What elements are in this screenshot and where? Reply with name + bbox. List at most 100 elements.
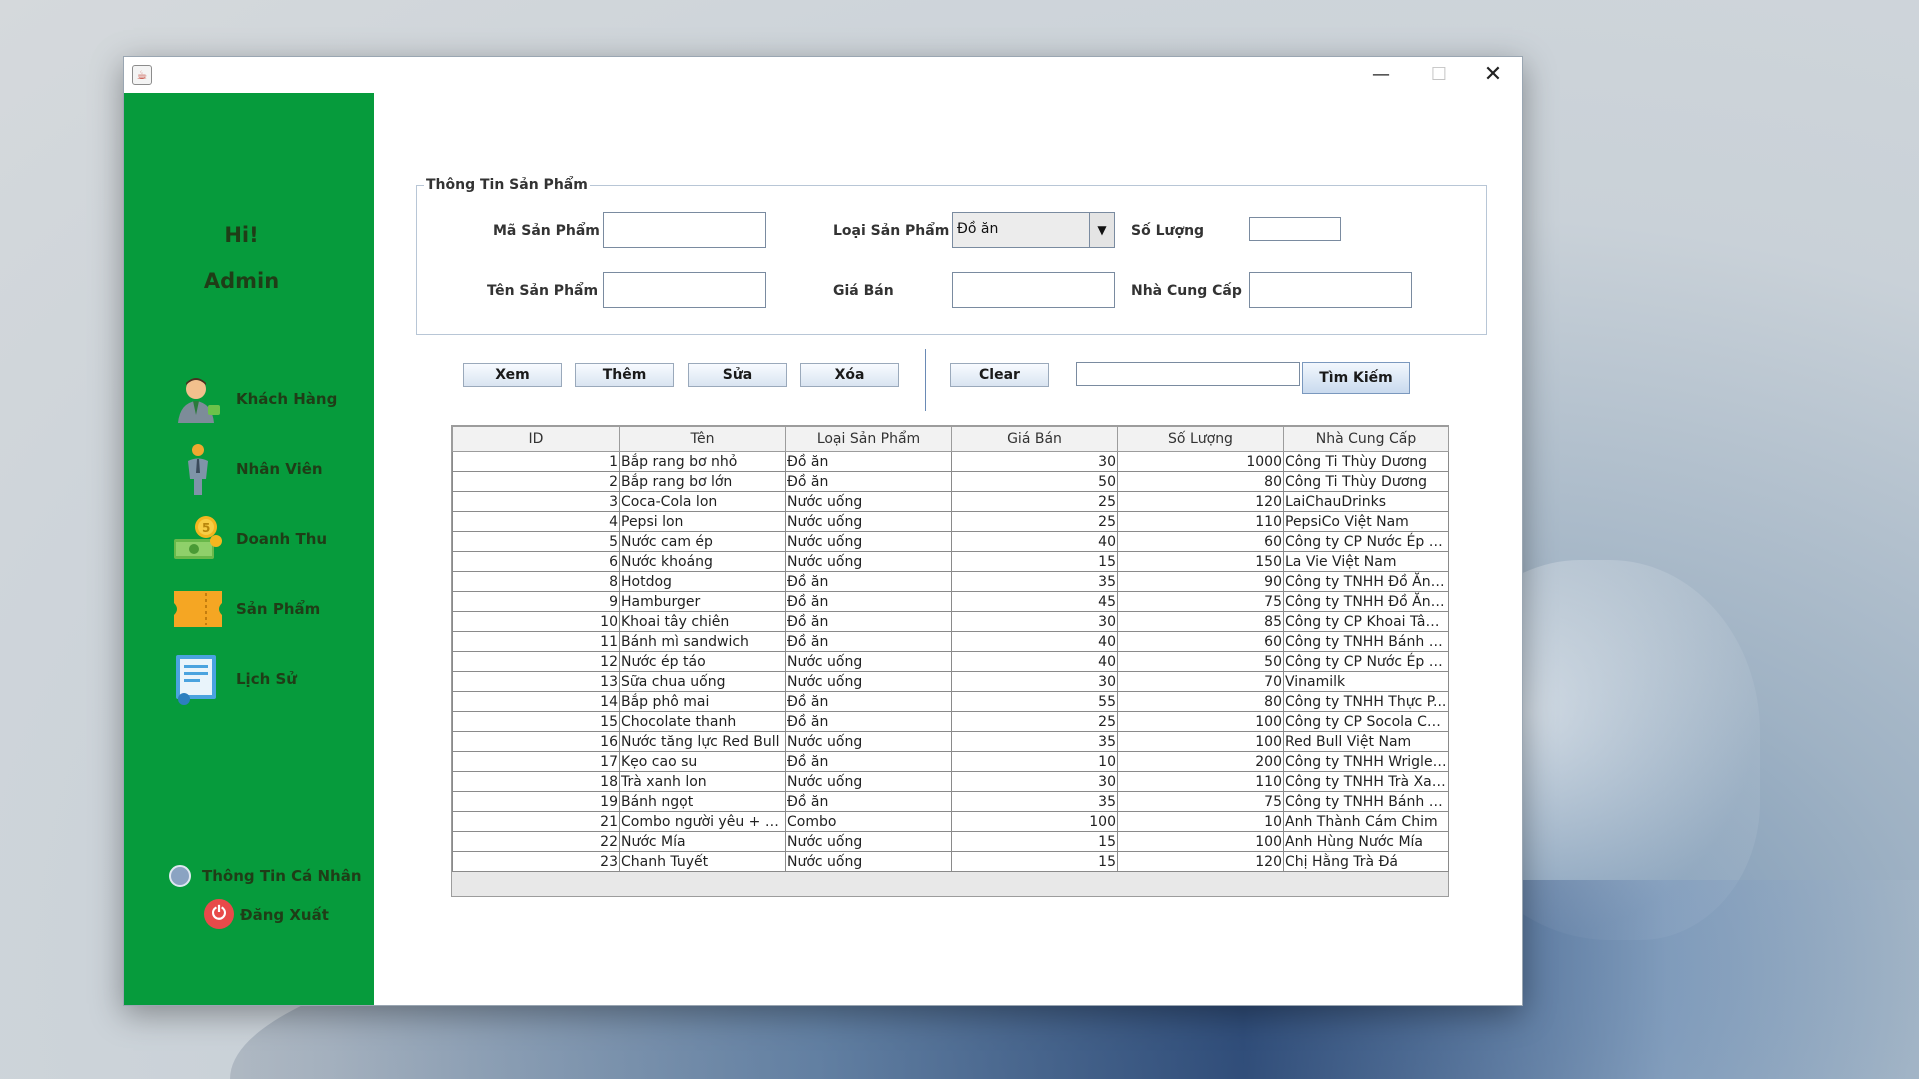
table-row[interactable]: 12 Nước ép táo Nước uống 40 50 Công ty CP Nướ… — [452, 651, 1449, 672]
table-row[interactable]: 16 Nước tăng lực Red Bull Nước uống 35 100 Re… — [452, 731, 1449, 752]
chevron-down-icon[interactable]: ▼ — [1089, 213, 1114, 247]
table-row[interactable]: 3 Coca-Cola lon Nước uống 25 120 LaiChauDrink… — [452, 491, 1449, 512]
table-cell: 100 — [951, 811, 1118, 832]
column-header-ten[interactable]: Tên — [619, 426, 786, 452]
table-row[interactable]: 10 Khoai tây chiên Đồ ăn 30 85 Công ty CP Kho… — [452, 611, 1449, 632]
table-row[interactable]: 11 Bánh mì sandwich Đồ ăn 40 60 Công ty TNHH … — [452, 631, 1449, 652]
table-cell: Công ty TNHH Wrigley ... — [1283, 751, 1449, 772]
table-cell: 40 — [951, 531, 1118, 552]
table-row[interactable]: 19 Bánh ngọt Đồ ăn 35 75 Công ty TNHH Bánh Kẹ… — [452, 791, 1449, 812]
history-icon — [176, 655, 216, 705]
table-cell: 60 — [1117, 531, 1284, 552]
table-row[interactable]: 1 Bắp rang bơ nhỏ Đồ ăn 30 1000 Công Ti Thùy … — [452, 451, 1449, 472]
table-cell: Bánh mì sandwich — [619, 631, 786, 652]
sidebar-item-san-pham[interactable]: Sản Phẩm — [172, 583, 372, 639]
sidebar-item-khach-hang[interactable]: Khách Hàng — [172, 373, 372, 429]
xoa-button[interactable]: Xóa — [800, 363, 899, 387]
table-cell: Anh Thành Cám Chim — [1283, 811, 1449, 832]
table-row[interactable]: 21 Combo người yêu + hô... Combo 100 10 Anh T… — [452, 811, 1449, 832]
maximize-icon[interactable]: ☐ — [1410, 57, 1468, 93]
table-row[interactable]: 22 Nước Mía Nước uống 15 100 Anh Hùng Nước Mí… — [452, 831, 1449, 852]
table-row[interactable]: 18 Trà xanh lon Nước uống 30 110 Công ty TNHH… — [452, 771, 1449, 792]
column-header-loai[interactable]: Loại Sản Phẩm — [785, 426, 952, 452]
table-cell: 110 — [1117, 511, 1284, 532]
table-row[interactable]: 9 Hamburger Đồ ăn 45 75 Công ty TNHH Đồ Ăn N.… — [452, 591, 1449, 612]
ma-san-pham-input[interactable] — [603, 212, 766, 248]
table-cell: Nước uống — [785, 831, 952, 852]
table-cell: Công ty TNHH Thực P... — [1283, 691, 1449, 712]
table-cell: 45 — [951, 591, 1118, 612]
table-cell: 18 — [452, 771, 620, 792]
logout-label: Đăng Xuất — [240, 906, 329, 924]
search-input[interactable] — [1076, 362, 1300, 386]
product-icon — [174, 591, 222, 627]
xem-button[interactable]: Xem — [463, 363, 562, 387]
table-cell: Đồ ăn — [785, 791, 952, 812]
clear-button[interactable]: Clear — [950, 363, 1049, 387]
column-header-nha-cung-cap[interactable]: Nhà Cung Cấp — [1283, 426, 1449, 452]
table-cell: Đồ ăn — [785, 751, 952, 772]
sidebar-item-lich-su[interactable]: Lịch Sử — [172, 653, 372, 709]
table-cell: Hamburger — [619, 591, 786, 612]
column-header-so-luong[interactable]: Số Lượng — [1117, 426, 1284, 452]
column-header-id[interactable]: ID — [452, 426, 620, 452]
product-info-panel: Thông Tin Sản Phẩm Mã Sản Phẩm Tên Sản P… — [416, 177, 1487, 335]
sidebar-item-label: Sản Phẩm — [236, 600, 321, 618]
table-cell: Nước uống — [785, 851, 952, 872]
table-cell: Anh Hùng Nước Mía — [1283, 831, 1449, 852]
ten-san-pham-input[interactable] — [603, 272, 766, 308]
nha-cung-cap-input[interactable] — [1249, 272, 1412, 308]
table-row[interactable]: 6 Nước khoáng Nước uống 15 150 La Vie Việt Na… — [452, 551, 1449, 572]
table-cell: 30 — [951, 451, 1118, 472]
gia-ban-label: Giá Bán — [833, 283, 894, 299]
close-icon[interactable]: ✕ — [1464, 57, 1522, 93]
table-cell: 16 — [452, 731, 620, 752]
table-cell: 30 — [951, 671, 1118, 692]
table-row[interactable]: 23 Chanh Tuyết Nước uống 15 120 Chị Hằng Trà … — [452, 851, 1449, 872]
sidebar-item-label: Lịch Sử — [236, 670, 297, 688]
table-row[interactable]: 5 Nước cam ép Nước uống 40 60 Công ty CP Nước… — [452, 531, 1449, 552]
table-cell: 21 — [452, 811, 620, 832]
sua-button[interactable]: Sửa — [688, 363, 787, 387]
table-cell: 80 — [1117, 471, 1284, 492]
table-cell: 70 — [1117, 671, 1284, 692]
table-cell: 25 — [951, 711, 1118, 732]
table-cell: Red Bull Việt Nam — [1283, 731, 1449, 752]
user-name: Admin — [203, 269, 280, 293]
user-avatar-icon — [169, 865, 191, 887]
loai-san-pham-select[interactable]: Đồ ăn ▼ — [952, 212, 1115, 248]
minimize-icon[interactable]: — — [1352, 57, 1410, 93]
table-row[interactable]: 4 Pepsi lon Nước uống 25 110 PepsiCo Việt Nam — [452, 511, 1449, 532]
them-button[interactable]: Thêm — [575, 363, 674, 387]
table-cell: Bắp phô mai — [619, 691, 786, 712]
table-row[interactable]: 14 Bắp phô mai Đồ ăn 55 80 Công ty TNHH Thực … — [452, 691, 1449, 712]
so-luong-input[interactable] — [1249, 217, 1341, 241]
table-header-row: ID Tên Loại Sản Phẩm Giá Bán Số Lượng Nh… — [452, 426, 1449, 452]
search-button[interactable]: Tìm Kiếm — [1302, 362, 1410, 394]
logout-button[interactable]: ⏻ Đăng Xuất — [204, 899, 364, 931]
sidebar-item-doanh-thu[interactable]: 5 Doanh Thu — [172, 513, 372, 569]
table-cell: Vinamilk — [1283, 671, 1449, 692]
table-row[interactable]: 2 Bắp rang bơ lớn Đồ ăn 50 80 Công Ti Thùy Dư… — [452, 471, 1449, 492]
profile-link[interactable]: Thông Tin Cá Nhân — [169, 863, 369, 889]
table-cell: Công ty TNHH Đồ Ăn N... — [1283, 591, 1449, 612]
table-cell: 15 — [951, 551, 1118, 572]
table-cell: Công ty CP Khoai Tây ... — [1283, 611, 1449, 632]
table-cell: Đồ ăn — [785, 451, 952, 472]
table-cell: 1000 — [1117, 451, 1284, 472]
table-row[interactable]: 8 Hotdog Đồ ăn 35 90 Công ty TNHH Đồ Ăn N... — [452, 571, 1449, 592]
sidebar-item-nhan-vien[interactable]: Nhân Viên — [172, 443, 372, 499]
table-cell: 90 — [1117, 571, 1284, 592]
table-cell: 100 — [1117, 711, 1284, 732]
table-cell: Đồ ăn — [785, 571, 952, 592]
table-cell: Nước tăng lực Red Bull — [619, 731, 786, 752]
table-cell: 25 — [951, 511, 1118, 532]
gia-ban-input[interactable] — [952, 272, 1115, 308]
table-row[interactable]: 17 Kẹo cao su Đồ ăn 10 200 Công ty TNHH Wrigl… — [452, 751, 1449, 772]
column-header-gia[interactable]: Giá Bán — [951, 426, 1118, 452]
table-cell: Nước uống — [785, 671, 952, 692]
table-row[interactable]: 15 Chocolate thanh Đồ ăn 25 100 Công ty CP So… — [452, 711, 1449, 732]
app-window: ☕ — ☐ ✕ Hi! Admin Khách Hàng Nhân Viên 5… — [123, 56, 1523, 1006]
table-row[interactable]: 13 Sữa chua uống Nước uống 30 70 Vinamilk — [452, 671, 1449, 692]
table-cell: 22 — [452, 831, 620, 852]
